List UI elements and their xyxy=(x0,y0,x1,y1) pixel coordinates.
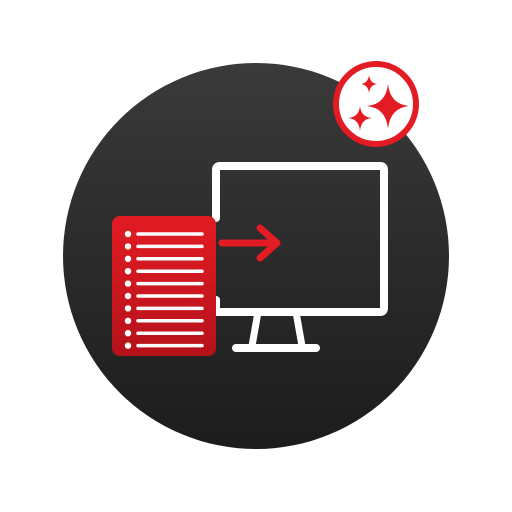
document-bullet xyxy=(124,342,132,349)
document-bullet xyxy=(124,280,132,287)
document-bullet xyxy=(124,330,132,337)
icon-canvas xyxy=(63,61,449,449)
document-bullet xyxy=(124,305,132,312)
app-icon xyxy=(0,0,512,512)
document-bullet xyxy=(124,268,132,275)
list-document-icon xyxy=(112,216,216,356)
sparkles-badge xyxy=(333,61,419,147)
document-bullet xyxy=(124,230,132,238)
document-bullet xyxy=(124,292,132,300)
document-bullet xyxy=(124,255,132,262)
document-bullet xyxy=(124,317,132,324)
document-bullet xyxy=(124,243,132,250)
